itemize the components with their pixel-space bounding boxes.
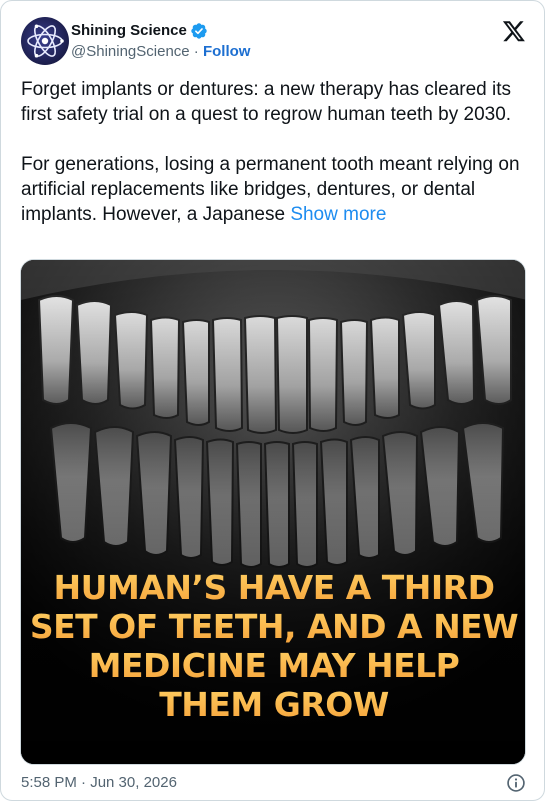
tweet-media-image[interactable]: HUMAN’S HAVE A THIRD SET OF TEETH, AND A… bbox=[20, 259, 526, 765]
tweet-card: Shining Science @ShiningScience · Follow… bbox=[0, 0, 545, 801]
author-display-name[interactable]: Shining Science bbox=[71, 21, 187, 41]
tweet-paragraph-2: For generations, losing a permanent toot… bbox=[21, 152, 531, 227]
handle-row: @ShiningScience · Follow bbox=[71, 42, 250, 62]
x-logo-icon[interactable] bbox=[502, 19, 526, 43]
tweet-footer: 5:58 PM · Jun 30, 2026 bbox=[21, 772, 526, 794]
tweet-timestamp[interactable]: 5:58 PM · Jun 30, 2026 bbox=[21, 774, 177, 791]
author-name-row: Shining Science bbox=[71, 21, 208, 41]
follow-button[interactable]: Follow bbox=[203, 43, 251, 60]
avatar[interactable] bbox=[21, 17, 69, 65]
tweet-header: Shining Science @ShiningScience · Follow bbox=[21, 17, 526, 65]
tweet-paragraph-2-text: For generations, losing a permanent toot… bbox=[21, 154, 520, 225]
author-info: Shining Science @ShiningScience · Follow bbox=[71, 21, 250, 62]
verified-badge-icon bbox=[191, 23, 207, 39]
info-icon[interactable] bbox=[506, 773, 526, 793]
headline-line-4: THEM GROW bbox=[21, 685, 525, 724]
atom-logo-icon bbox=[27, 24, 64, 58]
headline-line-2: SET OF TEETH, AND A NEW bbox=[21, 607, 525, 646]
show-more-link[interactable]: Show more bbox=[290, 204, 386, 225]
tweet-paragraph-1: Forget implants or dentures: a new thera… bbox=[21, 79, 512, 125]
author-handle[interactable]: @ShiningScience bbox=[71, 43, 190, 60]
handle-separator: · bbox=[189, 43, 203, 60]
headline-line-1: HUMAN’S HAVE A THIRD bbox=[21, 568, 525, 607]
headline-line-3: MEDICINE MAY HELP bbox=[21, 646, 525, 685]
media-headline: HUMAN’S HAVE A THIRD SET OF TEETH, AND A… bbox=[21, 568, 525, 724]
tweet-text: Forget implants or dentures: a new thera… bbox=[21, 77, 531, 227]
